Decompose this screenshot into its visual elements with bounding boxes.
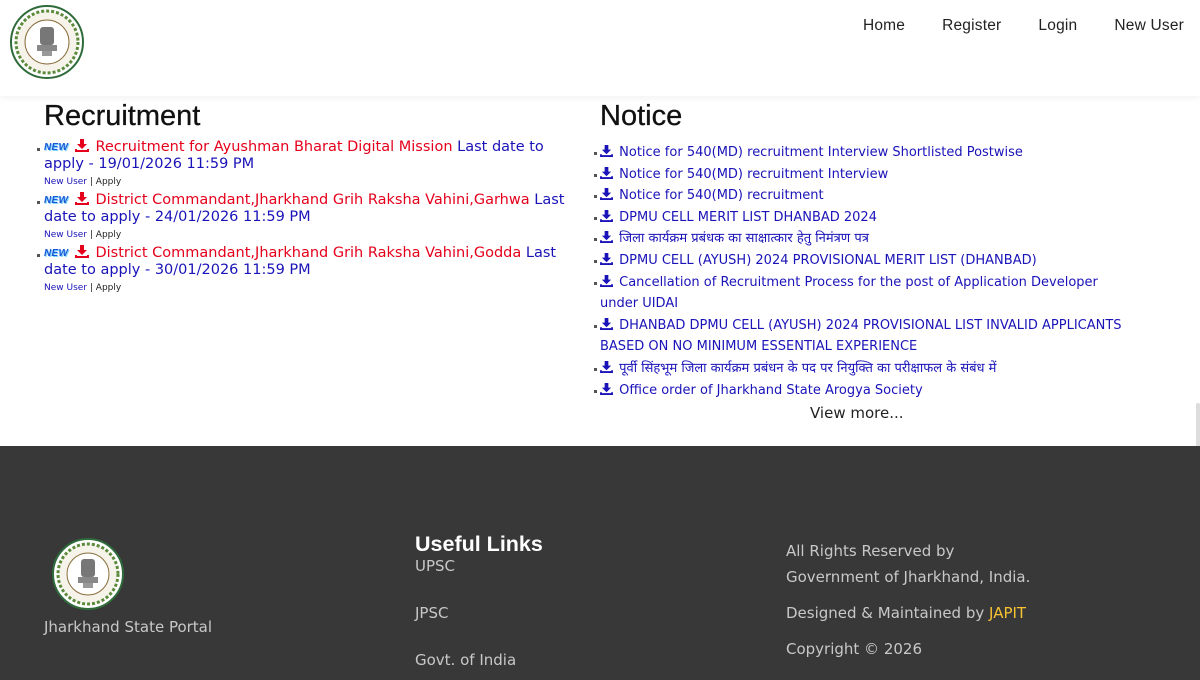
link-govt-of-india[interactable]: Govt. of India — [415, 651, 543, 680]
rights-line-2: Government of Jharkhand, India. — [786, 568, 1031, 586]
download-icon — [600, 274, 613, 287]
japit-link[interactable]: JAPIT — [989, 604, 1026, 622]
notice-item[interactable]: Cancellation of Recruitment Process for … — [594, 272, 1140, 315]
view-more-link[interactable]: View more... — [810, 404, 904, 422]
download-icon — [74, 139, 89, 152]
link-jpsc[interactable]: JPSC — [415, 604, 543, 651]
download-icon — [600, 360, 613, 373]
notice-link[interactable]: DPMU CELL MERIT LIST DHANBAD 2024 — [619, 210, 877, 225]
nav-new-user[interactable]: New User — [1114, 17, 1184, 35]
action-links: New User | Apply — [44, 177, 122, 187]
bullet — [37, 148, 40, 151]
notice-link[interactable]: Cancellation of Recruitment Process for … — [600, 275, 1098, 312]
notice-link[interactable]: Notice for 540(MD) recruitment Interview… — [619, 145, 1023, 160]
notice-link[interactable]: Notice for 540(MD) recruitment — [619, 188, 823, 203]
bullet — [594, 216, 597, 220]
bullet — [594, 195, 597, 199]
list-item: NEW District Commandant,Jharkhand Grih R… — [37, 245, 569, 296]
notice-item[interactable]: DPMU CELL MERIT LIST DHANBAD 2024 — [594, 207, 1140, 229]
list-item: NEW Recruitment for Ayushman Bharat Digi… — [37, 139, 569, 190]
apply-link[interactable]: Apply — [96, 177, 121, 187]
new-user-link[interactable]: New User — [44, 283, 87, 293]
portal-name: Jharkhand State Portal — [44, 618, 213, 636]
link-upsc[interactable]: UPSC — [415, 557, 543, 604]
recruitment-link[interactable]: Recruitment for Ayushman Bharat Digital … — [95, 139, 452, 155]
useful-links-heading: Useful Links — [415, 532, 543, 556]
notice-link[interactable]: Office order of Jharkhand State Arogya S… — [619, 383, 923, 398]
notice-item[interactable]: Office order of Jharkhand State Arogya S… — [594, 380, 1140, 402]
download-icon — [600, 317, 613, 330]
download-icon — [600, 188, 613, 201]
notice-link[interactable]: Notice for 540(MD) recruitment Interview — [619, 167, 888, 182]
bullet — [594, 389, 597, 393]
list-item: NEW District Commandant,Jharkhand Grih R… — [37, 192, 569, 243]
notice-link[interactable]: पूर्वी सिंहभूम जिला कार्यक्रम प्रबंधन के… — [619, 361, 996, 376]
notice-link[interactable]: DPMU CELL (AYUSH) 2024 PROVISIONAL MERIT… — [619, 253, 1037, 268]
apply-link[interactable]: Apply — [96, 283, 121, 293]
notice-item[interactable]: Notice for 540(MD) recruitment — [594, 185, 1140, 207]
notice-item[interactable]: Notice for 540(MD) recruitment Interview — [594, 164, 1140, 186]
notice-link[interactable]: DHANBAD DPMU CELL (AYUSH) 2024 PROVISION… — [600, 318, 1122, 355]
download-icon — [600, 252, 613, 265]
nav-login[interactable]: Login — [1038, 17, 1077, 35]
recruitment-list: NEW Recruitment for Ayushman Bharat Digi… — [37, 139, 569, 296]
site-footer: Jharkhand State Portal Useful Links UPSC… — [0, 446, 1200, 680]
new-user-link[interactable]: New User — [44, 230, 87, 240]
designed-by-label: Designed & Maintained by — [786, 604, 985, 622]
action-links: New User | Apply — [44, 230, 122, 240]
notice-link[interactable]: जिला कार्यक्रम प्रबंधक का साक्षात्कार हे… — [619, 231, 869, 246]
notice-item[interactable]: DHANBAD DPMU CELL (AYUSH) 2024 PROVISION… — [594, 315, 1140, 358]
new-badge: NEW — [44, 195, 69, 206]
recruitment-link[interactable]: District Commandant,Jharkhand Grih Raksh… — [95, 245, 521, 261]
nav-home[interactable]: Home — [863, 17, 905, 35]
rights-block: All Rights Reserved by Government of Jhar… — [786, 538, 1106, 672]
recruitment-section: Recruitment NEW Recruitment for Ayushman… — [37, 98, 569, 298]
notice-item[interactable]: Notice for 540(MD) recruitment Interview… — [594, 142, 1140, 164]
main-nav: Home Register Login New User — [826, 17, 1184, 35]
new-user-link[interactable]: New User — [44, 177, 87, 187]
designed-by-text: Designed & Maintained by JAPIT — [786, 600, 1106, 626]
notice-heading: Notice — [600, 100, 683, 132]
download-icon — [74, 245, 89, 258]
bullet — [594, 281, 597, 285]
site-header: Home Register Login New User — [0, 0, 1200, 96]
download-icon — [600, 231, 613, 244]
download-icon — [600, 382, 613, 395]
bullet — [594, 173, 597, 177]
action-links: New User | Apply — [44, 283, 122, 293]
bullet — [37, 201, 40, 204]
bullet — [594, 152, 597, 155]
new-badge: NEW — [44, 142, 69, 153]
download-icon — [600, 145, 613, 157]
bullet — [594, 238, 597, 242]
copyright-text: Copyright © 2026 — [786, 640, 923, 658]
rights-text: All Rights Reserved by Government of Jhar… — [786, 538, 1106, 590]
notice-item[interactable]: जिला कार्यक्रम प्रबंधक का साक्षात्कार हे… — [594, 228, 1140, 250]
recruitment-link[interactable]: District Commandant,Jharkhand Grih Raksh… — [95, 192, 529, 208]
download-icon — [600, 209, 613, 222]
bullet — [594, 367, 597, 371]
notice-list: Notice for 540(MD) recruitment Interview… — [594, 142, 1140, 402]
jharkhand-emblem-logo — [52, 538, 124, 610]
apply-link[interactable]: Apply — [96, 230, 121, 240]
new-badge: NEW — [44, 248, 69, 259]
rights-line-1: All Rights Reserved by — [786, 542, 955, 560]
jharkhand-emblem-logo[interactable] — [4, 5, 94, 79]
notice-item[interactable]: पूर्वी सिंहभूम जिला कार्यक्रम प्रबंधन के… — [594, 358, 1140, 380]
recruitment-heading: Recruitment — [44, 100, 201, 132]
useful-links: Useful Links UPSC JPSC Govt. of India — [415, 532, 543, 680]
download-icon — [600, 166, 613, 179]
bullet — [37, 254, 40, 257]
nav-register[interactable]: Register — [942, 17, 1001, 35]
notice-item[interactable]: DPMU CELL (AYUSH) 2024 PROVISIONAL MERIT… — [594, 250, 1140, 272]
bullet — [594, 259, 597, 263]
download-icon — [74, 192, 89, 205]
notice-section: Notice Notice for 540(MD) recruitment In… — [594, 98, 1140, 422]
bullet — [594, 324, 597, 328]
